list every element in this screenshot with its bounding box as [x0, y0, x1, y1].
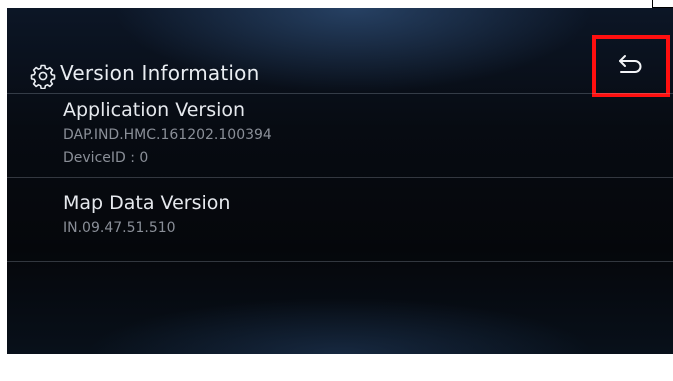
- gear-icon: [30, 63, 56, 90]
- list-item-map-data-version[interactable]: Map Data Version IN.09.47.51.510: [63, 191, 230, 238]
- version-information-screen: Version Information Application Version …: [7, 8, 673, 354]
- page-title: Version Information: [60, 61, 260, 85]
- item-detail: DAP.IND.HMC.161202.100394: [63, 127, 272, 143]
- item-title: Application Version: [63, 99, 246, 121]
- list-divider: [7, 261, 673, 262]
- list-item-application-version[interactable]: Application Version DAP.IND.HMC.161202.1…: [63, 98, 272, 168]
- back-arrow-icon: [616, 52, 646, 80]
- header-bar: Version Information: [7, 8, 673, 97]
- item-detail: IN.09.47.51.510: [63, 220, 176, 236]
- header-divider: [7, 93, 673, 94]
- item-detail: DeviceID : 0: [63, 150, 149, 166]
- corner-mark: [652, 0, 673, 8]
- item-title: Map Data Version: [63, 192, 231, 214]
- back-button[interactable]: [592, 35, 670, 97]
- list-divider: [7, 177, 673, 178]
